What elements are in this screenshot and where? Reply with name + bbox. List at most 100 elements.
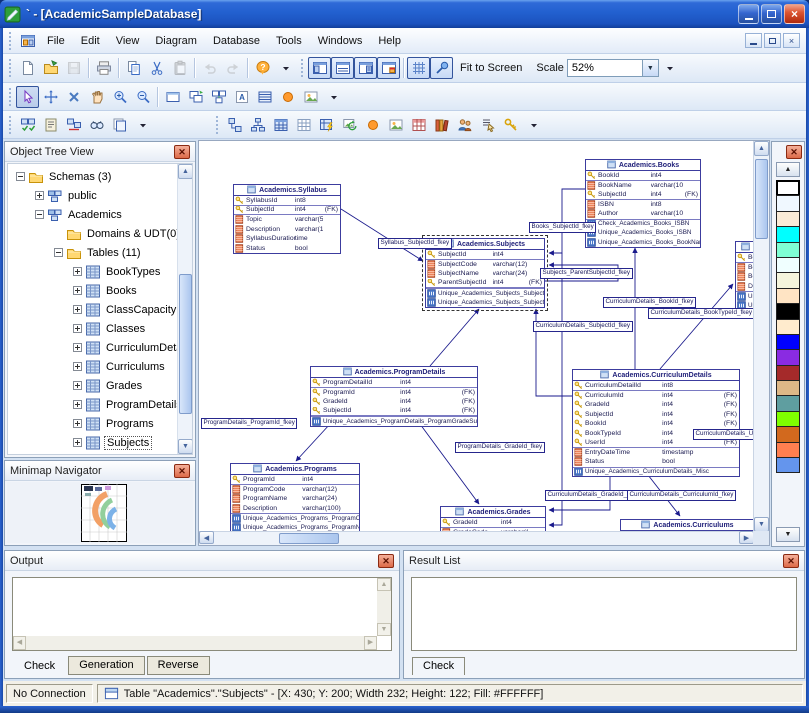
color-swatch-6495ed[interactable] (776, 457, 800, 473)
expand-icon[interactable] (73, 286, 82, 295)
color-swatch-7fff00[interactable] (776, 411, 800, 427)
expand-icon[interactable] (73, 267, 82, 276)
fk-label-curriculumdetails_userid_fkey[interactable]: CurriculumDetails_UserId_fkey (693, 429, 754, 440)
minimize-button[interactable] (738, 4, 759, 24)
fk-label-programdetails_gradeid_fkey[interactable]: ProgramDetails_GradeId_fkey (455, 442, 545, 453)
open-button[interactable] (39, 57, 62, 79)
collapse-icon[interactable] (16, 172, 25, 181)
mdi-restore-button[interactable] (764, 33, 781, 48)
tree-item-classcapacity[interactable]: ClassCapacity (12, 300, 192, 319)
table-column-row[interactable]: ProgramNamevarchar(24) (231, 494, 359, 504)
objects-toolbar-options[interactable] (522, 114, 545, 136)
generate-report[interactable] (39, 114, 62, 136)
expand-icon[interactable] (73, 419, 82, 428)
edit-diagram-objects[interactable] (62, 114, 85, 136)
toggle-output-view[interactable] (331, 57, 354, 79)
output-scroll-down[interactable]: ▼ (377, 623, 391, 636)
diagram-table-academics-programdetails[interactable]: Academics.ProgramDetailsProgramDetailIdi… (310, 366, 478, 427)
table-constraint-row[interactable]: Unique_Academics_Books_ISBN (586, 228, 700, 238)
table-column-row[interactable]: BookTypeCode (736, 263, 754, 273)
menu-windows[interactable]: Windows (310, 32, 371, 50)
mdi-minimize-button[interactable] (745, 33, 762, 48)
table-column-row[interactable]: BookIdint4 (586, 171, 700, 181)
output-close-button[interactable]: ✕ (378, 554, 394, 568)
table-column-row[interactable]: SubjectIdint4(FK) (586, 190, 700, 200)
diagram-canvas[interactable]: Academics.SyllabusSyllabusIdint8SubjectI… (199, 141, 754, 532)
restore-button[interactable] (761, 4, 782, 24)
mdi-document-icon[interactable] (16, 30, 39, 52)
scale-dropdown-icon[interactable]: ▼ (642, 60, 658, 76)
add-schema-tree[interactable] (246, 114, 269, 136)
table-constraint-row[interactable]: Unique_Academics_BookTypes (736, 291, 754, 301)
table-constraint-row[interactable]: Unique_Academics_CurriculumDetails_Misc (573, 467, 739, 477)
send-backward[interactable] (207, 86, 230, 108)
color-swatch-f0ffff[interactable] (776, 257, 800, 273)
color-swatch-5f9ea0[interactable] (776, 395, 800, 411)
tree-scroll-up[interactable]: ▲ (178, 164, 193, 179)
table-column-row[interactable]: ProgramIdint4 (231, 475, 359, 485)
expand-icon[interactable] (35, 191, 44, 200)
table-column-row[interactable]: ParentSubjectIdint4(FK) (426, 279, 544, 289)
add-pointer-list[interactable] (476, 114, 499, 136)
expand-icon[interactable] (73, 381, 82, 390)
result-list-area[interactable] (411, 577, 797, 651)
zoom-in-tool[interactable] (108, 86, 131, 108)
diagram-pages[interactable] (108, 114, 131, 136)
toolbar-grip[interactable] (9, 59, 12, 77)
check-diagram[interactable] (16, 114, 39, 136)
add-domain[interactable] (361, 114, 384, 136)
add-relation[interactable] (223, 114, 246, 136)
color-swatch-deb887[interactable] (776, 380, 800, 396)
tree-item-grades[interactable]: Grades (12, 376, 192, 395)
add-reference[interactable] (430, 114, 453, 136)
collapse-icon[interactable] (35, 210, 44, 219)
diagram-table-academics-programs[interactable]: Academics.ProgramsProgramIdint4ProgramCo… (230, 463, 360, 532)
table-column-row[interactable]: CurriculumDetailIdint8 (573, 381, 739, 391)
menu-diagram[interactable]: Diagram (147, 32, 205, 50)
color-swatch-f0f8ff[interactable] (776, 195, 800, 211)
object-tree-close-button[interactable]: ✕ (174, 145, 190, 159)
security-tools[interactable] (499, 114, 522, 136)
table-column-row[interactable]: SubjectIdint4(FK) (311, 407, 477, 417)
table-constraint-row[interactable]: Unique_Academics_Subjects_SubjectCode (426, 288, 544, 298)
toggle-object-tree-view[interactable] (308, 57, 331, 79)
canvas-vscroll-thumb[interactable] (755, 159, 768, 239)
move-tool[interactable] (39, 86, 62, 108)
canvas-vertical-scrollbar[interactable]: ▲ ▼ (753, 141, 769, 532)
tree-item-programdetails[interactable]: ProgramDetails (12, 395, 192, 414)
add-frame[interactable] (161, 86, 184, 108)
fit-to-screen-button[interactable]: Fit to Screen (453, 62, 529, 74)
add-rows-shape[interactable] (253, 86, 276, 108)
color-swatch-ffe4c4[interactable] (776, 288, 800, 304)
palette-scroll-up[interactable]: ▲ (776, 162, 800, 177)
zoom-out-tool[interactable] (131, 86, 154, 108)
table-column-row[interactable]: BookTypeId (736, 253, 754, 263)
tree-item-curriculums[interactable]: Curriculums (12, 357, 192, 376)
tree-item-schemas-3-[interactable]: Schemas (3) (12, 167, 192, 186)
table-column-row[interactable]: ISBNint8 (586, 200, 700, 210)
color-swatch-ff7f50[interactable] (776, 442, 800, 458)
help-button[interactable]: ? (251, 57, 274, 79)
expand-icon[interactable] (73, 400, 82, 409)
menu-view[interactable]: View (108, 32, 148, 50)
scale-combobox[interactable]: 52% ▼ (567, 59, 659, 77)
table-column-row[interactable]: EntryDateTimetimestamp (573, 448, 739, 458)
bring-forward[interactable] (184, 86, 207, 108)
add-image[interactable] (299, 86, 322, 108)
mdi-close-button[interactable]: × (783, 33, 800, 48)
table-column-row[interactable]: BookIdint4(FK) (573, 419, 739, 429)
color-swatch-f5f5dc[interactable] (776, 272, 800, 288)
table-column-row[interactable]: ProgramDetailIdint4 (311, 378, 477, 388)
tree-item-public[interactable]: public (12, 186, 192, 205)
table-column-row[interactable]: Description (736, 282, 754, 292)
diagram-table-academics-syllabus[interactable]: Academics.SyllabusSyllabusIdint8SubjectI… (233, 184, 341, 254)
select-tool[interactable] (16, 86, 39, 108)
diagram-toolbar-options[interactable] (131, 114, 154, 136)
color-swatch-00ffff[interactable] (776, 226, 800, 242)
output-scroll-right[interactable]: ▶ (364, 636, 377, 650)
new-button[interactable] (16, 57, 39, 79)
pan-tool-toggle[interactable] (430, 57, 453, 79)
table-column-row[interactable]: SyllabusIdint8 (234, 196, 340, 206)
fk-label-curriculumdetails_curriculumid_fkey[interactable]: CurriculumDetails_CurriculumId_fkey (627, 490, 736, 501)
diagram-table-academics-curriculumdetails[interactable]: Academics.CurriculumDetailsCurriculumDet… (572, 369, 740, 477)
